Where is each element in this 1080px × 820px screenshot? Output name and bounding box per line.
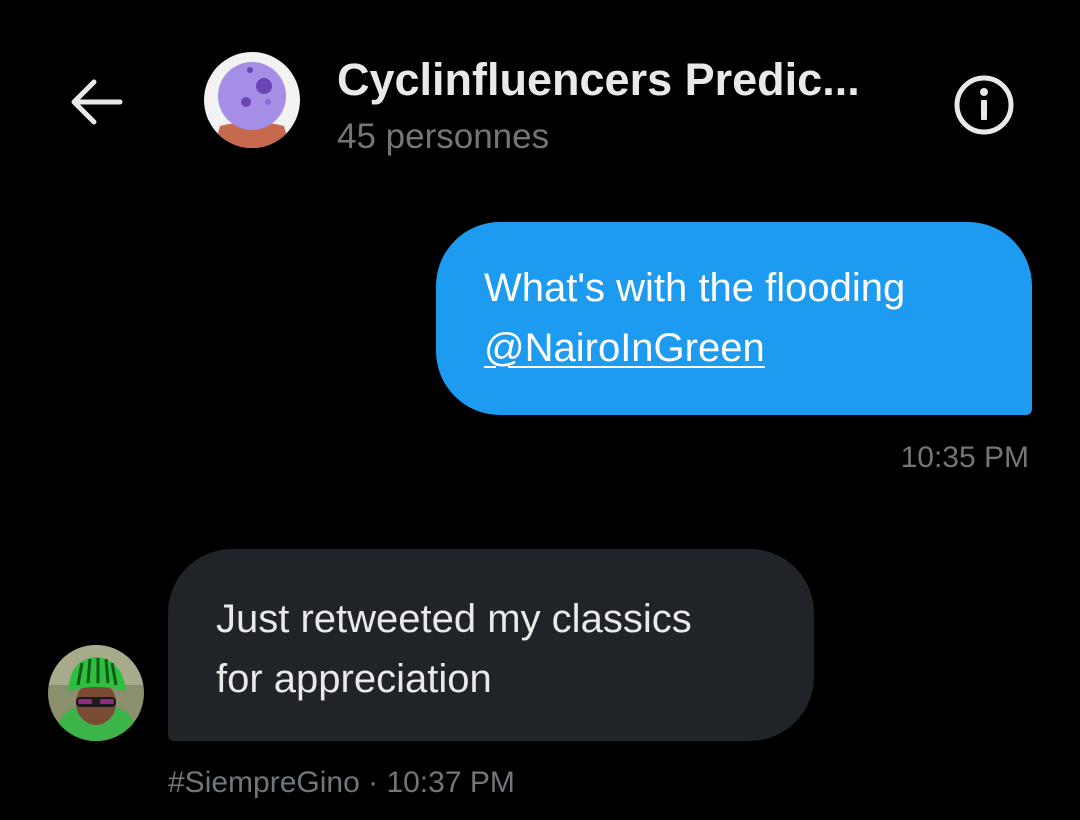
received-message-bubble[interactable]: Just retweeted my classics for appreciat… <box>168 549 814 741</box>
meta-separator: · <box>359 766 387 799</box>
info-button[interactable] <box>947 68 1021 142</box>
message-text-line1: Just retweeted my classics <box>216 597 692 641</box>
group-avatar[interactable] <box>204 52 300 148</box>
message-meta: #SiempreGino · 10:37 PM <box>168 763 515 803</box>
arrow-left-icon <box>71 79 123 125</box>
message-timestamp: 10:35 PM <box>900 441 1029 474</box>
back-button[interactable] <box>60 70 132 134</box>
sender-name[interactable]: #SiempreGino <box>168 766 360 799</box>
dm-conversation-screen: Cyclinfluencers Predic... 45 personnes W… <box>0 0 1080 820</box>
sent-message-bubble[interactable]: What's with the flooding @NairoInGreen <box>436 222 1032 415</box>
crystal-ball-icon <box>204 52 300 148</box>
message-text-line2: for appreciation <box>216 657 492 701</box>
participant-count: 45 personnes <box>337 117 550 156</box>
info-circle-icon <box>954 75 1014 135</box>
cyclist-avatar <box>48 645 144 741</box>
conversation-title[interactable]: Cyclinfluencers Predic... <box>337 52 937 108</box>
mention-link[interactable]: @NairoInGreen <box>484 326 765 370</box>
sender-avatar[interactable] <box>48 645 144 741</box>
message-text: What's with the flooding <box>484 266 906 310</box>
message-timestamp: 10:37 PM <box>386 766 515 799</box>
